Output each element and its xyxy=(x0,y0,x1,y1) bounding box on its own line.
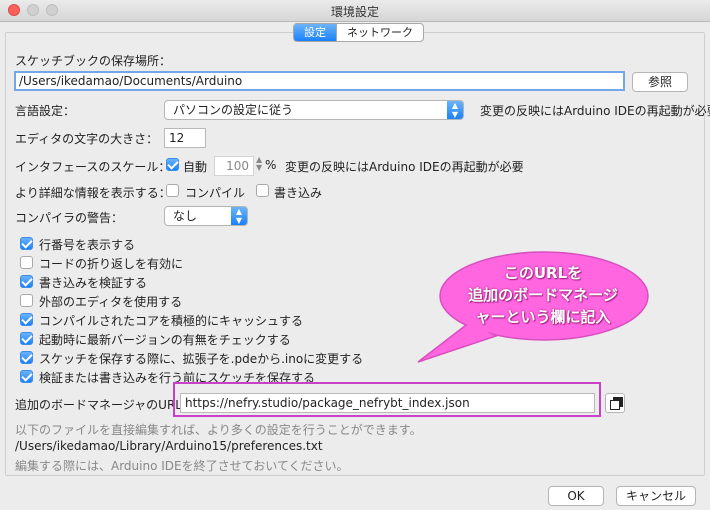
option-cache-core-label: コンパイルされたコアを積極的にキャッシュする xyxy=(39,314,304,328)
language-restart-note: 変更の反映にはArduino IDEの再起動が必要 xyxy=(480,104,710,118)
scale-label: インタフェースのスケール： xyxy=(15,160,171,174)
verbose-compile-label: コンパイル xyxy=(185,186,246,200)
option-line-numbers-label: 行番号を表示する xyxy=(39,238,136,252)
verbose-upload-checkbox[interactable] xyxy=(256,184,269,197)
verbose-compile-checkbox[interactable] xyxy=(166,184,179,197)
font-size-input[interactable]: 12 xyxy=(164,128,206,148)
sketchbook-label: スケッチブックの保存場所： xyxy=(15,54,172,68)
scale-percent-unit: % xyxy=(265,158,277,172)
window-title: 環境設定 xyxy=(330,5,379,19)
option-pde-to-ino-checkbox[interactable] xyxy=(20,351,33,364)
cancel-button[interactable]: キャンセル xyxy=(616,486,696,506)
scale-stepper-icon[interactable]: ▲ ▼ xyxy=(256,156,262,172)
option-check-updates-checkbox[interactable] xyxy=(20,332,33,345)
language-select-value: パソコンの設定に従う xyxy=(173,103,294,117)
title-bar: 環境設定 xyxy=(0,0,710,22)
callout-text: このURLを 追加のボードマネージ ャーという欄に記入 xyxy=(448,262,638,328)
language-label: 言語設定： xyxy=(15,104,76,118)
url-list-editor-icon[interactable] xyxy=(605,393,625,413)
boards-url-highlight xyxy=(173,382,601,417)
option-check-updates-label: 起動時に最新バージョンの有無をチェックする xyxy=(39,333,291,347)
prefs-edit-note: 以下のファイルを直接編集すれば、より多くの設定を行うことができます。 xyxy=(15,423,422,437)
option-save-before-verify-checkbox[interactable] xyxy=(20,370,33,383)
ok-button[interactable]: OK xyxy=(548,486,604,506)
callout-line-1: このURLを xyxy=(503,264,583,282)
tab-settings[interactable]: 設定 xyxy=(294,24,336,41)
option-code-folding-label: コードの折り返しを有効に xyxy=(39,257,184,271)
prefs-file-path: /Users/ikedamao/Library/Arduino15/prefer… xyxy=(15,439,323,453)
browse-button[interactable]: 参照 xyxy=(632,72,688,92)
warnings-label: コンパイラの警告： xyxy=(15,211,124,225)
option-external-editor-label: 外部のエディタを使用する xyxy=(39,295,183,309)
warnings-select-value: なし xyxy=(173,209,198,223)
scale-percent-input[interactable]: 100 xyxy=(214,156,254,176)
option-pde-to-ino-label: スケッチを保存する際に、拡張子を.pdeから.inoに変更する xyxy=(39,352,364,366)
scale-auto-checkbox[interactable] xyxy=(166,158,179,171)
warnings-select[interactable]: なし ▲ ▼ xyxy=(164,206,248,226)
select-arrows-icon: ▲ ▼ xyxy=(231,207,247,225)
option-verify-upload-label: 書き込みを検証する xyxy=(39,276,148,290)
option-cache-core-checkbox[interactable] xyxy=(20,313,33,326)
option-line-numbers-checkbox[interactable] xyxy=(20,237,33,250)
verbose-label: より詳細な情報を表示する： xyxy=(15,186,171,200)
font-size-label: エディタの文字の大きさ： xyxy=(15,132,159,146)
option-verify-upload-checkbox[interactable] xyxy=(20,275,33,288)
sketchbook-path-input[interactable]: /Users/ikedamao/Documents/Arduino xyxy=(14,71,625,91)
tab-bar: 設定 ネットワーク xyxy=(293,23,424,42)
select-arrows-icon: ▲ ▼ xyxy=(447,101,463,119)
option-code-folding-checkbox[interactable] xyxy=(20,256,33,269)
verbose-upload-label: 書き込み xyxy=(274,186,323,200)
close-ide-note: 編集する際には、Arduino IDEを終了させておいてください。 xyxy=(15,459,349,473)
tab-network[interactable]: ネットワーク xyxy=(336,24,423,41)
boards-url-label: 追加のボードマネージャのURL： xyxy=(15,398,194,412)
callout-line-3: ャーという欄に記入 xyxy=(475,308,611,326)
language-select[interactable]: パソコンの設定に従う ▲ ▼ xyxy=(164,100,464,120)
scale-restart-note: 変更の反映にはArduino IDEの再起動が必要 xyxy=(285,160,524,174)
scale-auto-label: 自動 xyxy=(183,160,208,174)
callout-line-2: 追加のボードマネージ xyxy=(468,286,618,304)
option-external-editor-checkbox[interactable] xyxy=(20,294,33,307)
